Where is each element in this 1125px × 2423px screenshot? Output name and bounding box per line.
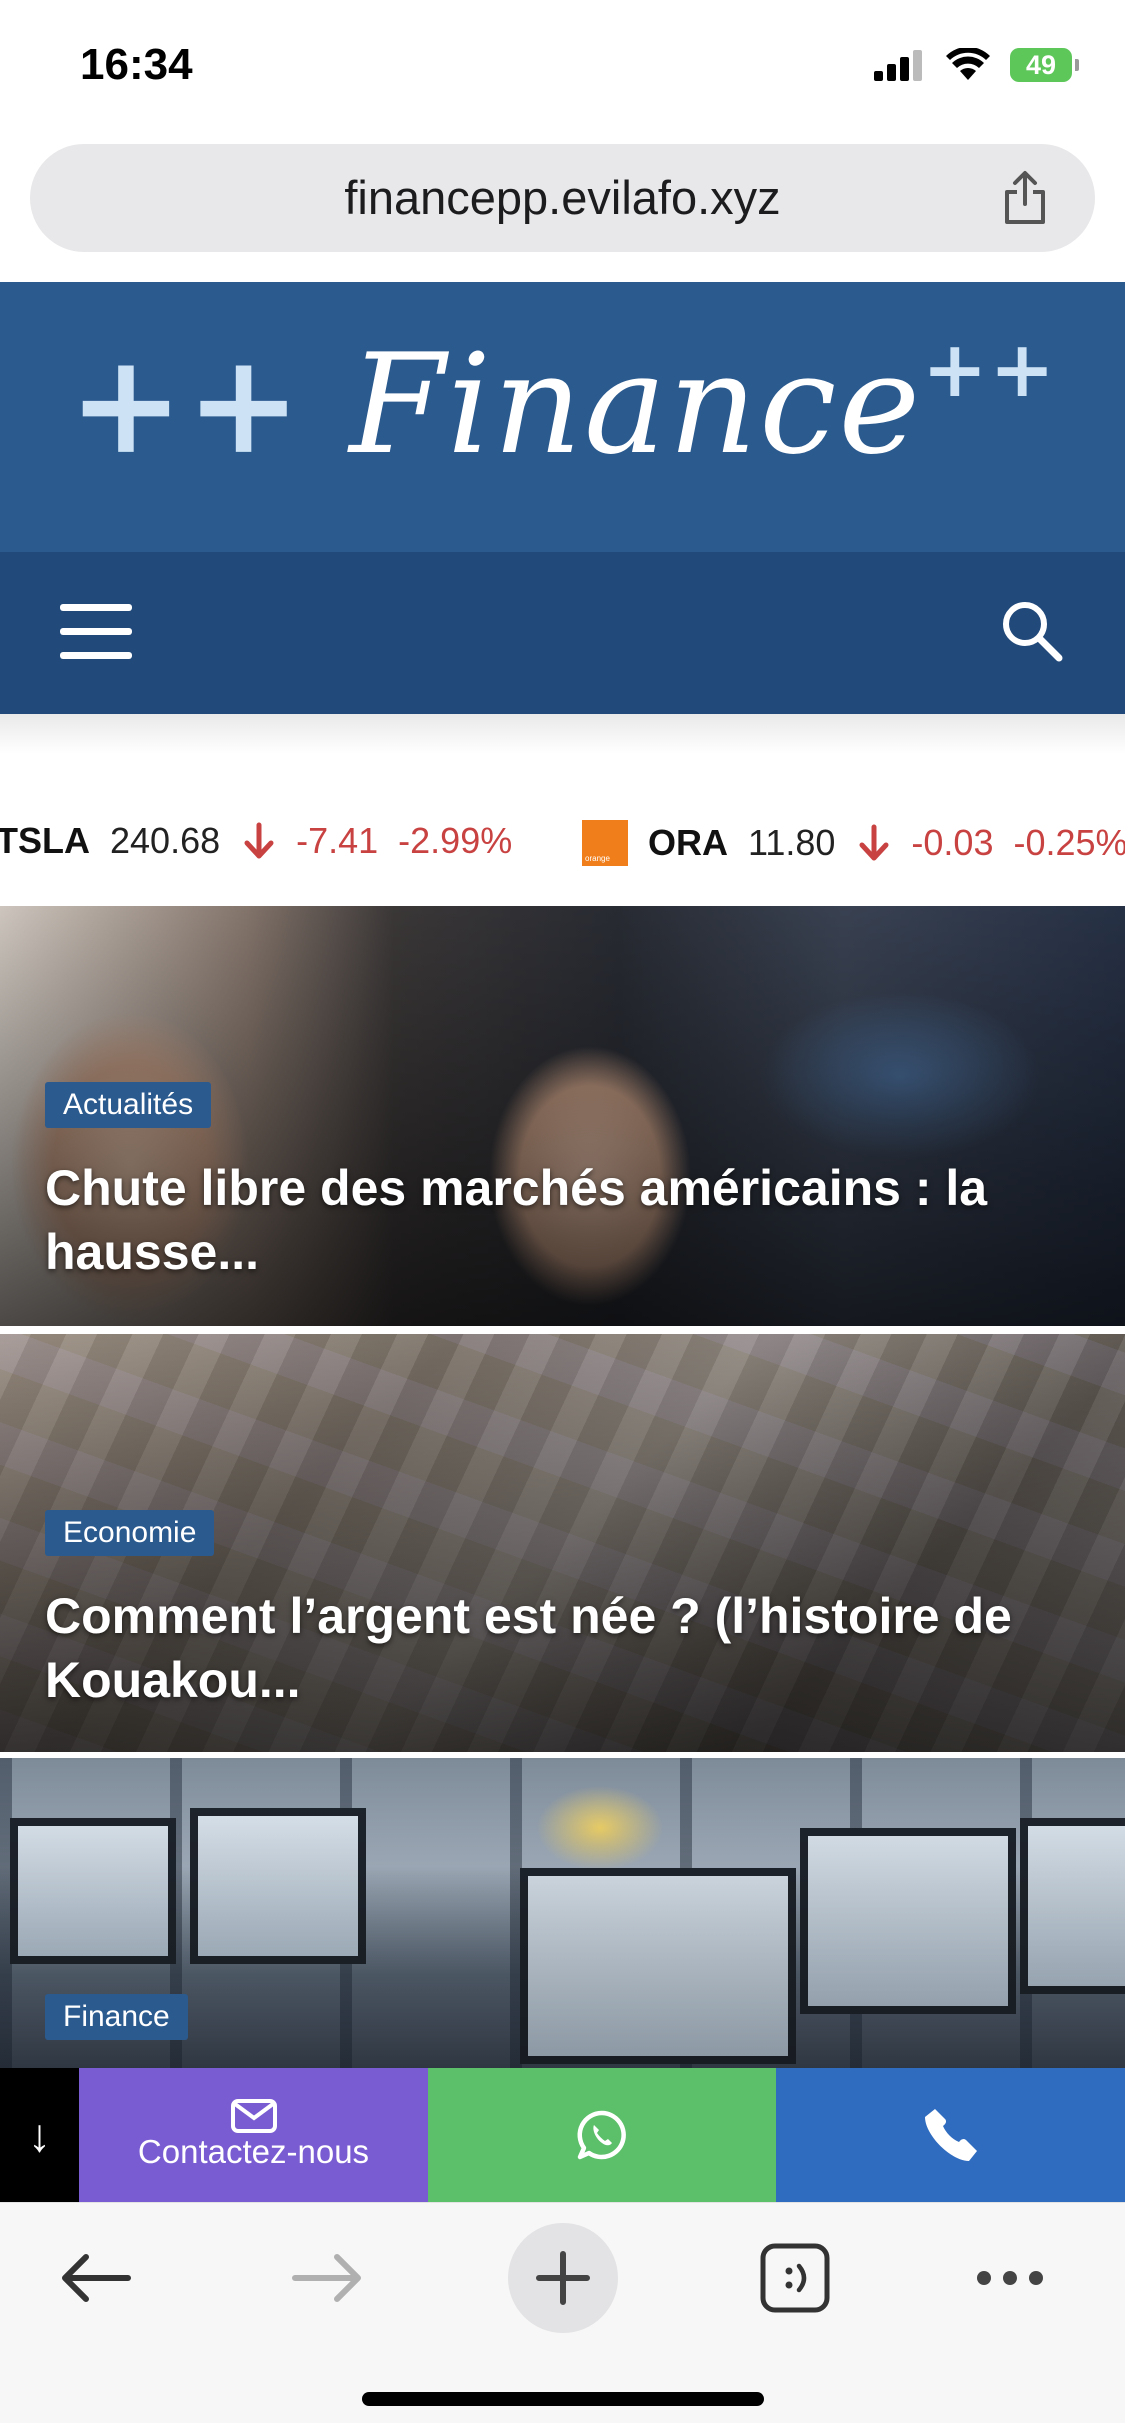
status-time: 16:34 <box>80 40 193 89</box>
ticker-price: 11.80 <box>748 822 836 863</box>
contact-email-button[interactable]: Contactez-nous <box>79 2068 428 2202</box>
category-badge[interactable]: Economie <box>45 1510 215 1556</box>
stock-ticker: TSLA 240.68 -7.41 -2.99% orange ORA 11.8… <box>0 812 1125 882</box>
whatsapp-icon <box>577 2110 626 2160</box>
whatsapp-button[interactable] <box>428 2068 776 2202</box>
down-arrow-icon <box>859 824 889 861</box>
forward-arrow-icon[interactable] <box>273 2223 383 2333</box>
ticker-item[interactable]: orange ORA 11.80 -0.03 -0.25% <box>582 820 1125 866</box>
url-text[interactable]: financepp.evilafo.xyz <box>30 144 1095 252</box>
orange-logo: orange <box>582 820 628 866</box>
home-indicator <box>362 2392 764 2406</box>
article-title[interactable]: Comment l’argent est née ? (l’histoire d… <box>45 1584 1085 1712</box>
search-icon[interactable] <box>997 596 1067 666</box>
collapse-button[interactable]: ↓ <box>0 2068 79 2202</box>
ticker-percent: -2.99% <box>398 820 513 861</box>
mail-icon <box>230 2099 277 2133</box>
phone-icon <box>924 2109 977 2161</box>
contact-email-label: Contactez-nous <box>137 2133 370 2170</box>
battery-icon: 49 <box>1010 48 1079 82</box>
ticker-change: -7.41 <box>296 820 379 861</box>
plus-icon[interactable] <box>508 2223 618 2333</box>
ticker-price: 240.68 <box>110 820 221 861</box>
logo-suffix: ++ <box>922 324 1057 415</box>
ticker-symbol: TSLA <box>0 820 90 861</box>
ticker-symbol: ORA <box>648 822 728 863</box>
hamburger-menu-icon[interactable] <box>60 604 136 662</box>
article-card[interactable]: Economie Comment l’argent est née ? (l’h… <box>0 1334 1125 1752</box>
status-icons: 49 <box>874 48 1079 82</box>
article-card[interactable]: Actualités Chute libre des marchés améri… <box>0 906 1125 1326</box>
nav-shadow <box>0 714 1125 754</box>
nav-bar <box>0 552 1125 714</box>
more-icon[interactable] <box>955 2223 1065 2333</box>
category-badge[interactable]: Finance <box>45 1994 188 2040</box>
site-logo[interactable]: ++ Finance++ <box>0 322 1125 485</box>
ticker-change: -0.03 <box>911 822 994 863</box>
share-icon[interactable] <box>995 168 1055 228</box>
address-bar[interactable]: financepp.evilafo.xyz <box>30 144 1095 252</box>
logo-text: Finance <box>349 324 923 485</box>
down-arrow-icon <box>244 822 274 859</box>
browser-toolbar <box>0 2202 1125 2423</box>
status-bar: 16:34 49 <box>0 0 1125 140</box>
tabs-icon[interactable] <box>740 2223 850 2333</box>
contact-bar: ↓ Contactez-nous <box>0 2068 1125 2202</box>
site-header: ++ Finance++ <box>0 282 1125 552</box>
ticker-item[interactable]: TSLA 240.68 -7.41 -2.99% <box>0 820 512 862</box>
article-card[interactable]: Finance <box>0 1758 1125 2068</box>
back-arrow-icon[interactable] <box>40 2223 150 2333</box>
signal-icon <box>874 50 922 81</box>
phone-button[interactable] <box>776 2068 1125 2202</box>
category-badge[interactable]: Actualités <box>45 1082 212 1128</box>
logo-prefix: ++ <box>68 322 304 485</box>
ticker-percent: -0.25% <box>1013 822 1125 863</box>
article-title[interactable]: Chute libre des marchés américains : la … <box>45 1156 1085 1284</box>
wifi-icon <box>946 48 990 80</box>
